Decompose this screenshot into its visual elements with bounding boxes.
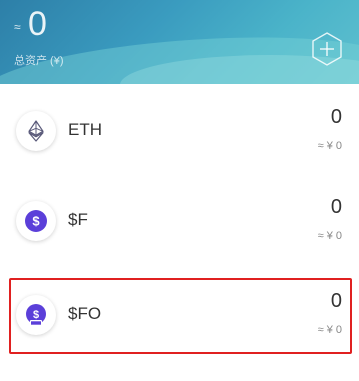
ethereum-icon: [16, 111, 56, 151]
asset-value: ≈ ¥ 0: [317, 230, 342, 242]
dollar-coin-icon: $: [16, 201, 56, 241]
asset-row-f[interactable]: $ $F 0 ≈ ¥ 0: [0, 182, 359, 262]
add-asset-button[interactable]: [308, 30, 346, 68]
asset-amount: 0: [330, 106, 342, 128]
asset-header: ≈ 0 总资产 (¥): [0, 0, 359, 84]
selection-highlight: [9, 278, 352, 354]
asset-name: ETH: [68, 120, 102, 139]
total-asset-value: 0: [28, 5, 47, 43]
svg-text:$: $: [32, 214, 40, 229]
asset-row-eth[interactable]: ETH 0 ≈ ¥ 0: [0, 92, 359, 172]
total-asset-label: 总资产 (¥): [14, 55, 64, 67]
asset-value: ≈ ¥ 0: [317, 140, 342, 152]
add-hexagon-icon: [312, 32, 342, 66]
asset-amount: 0: [330, 196, 342, 218]
approx-symbol: ≈: [14, 20, 21, 34]
asset-name: $F: [68, 210, 88, 229]
